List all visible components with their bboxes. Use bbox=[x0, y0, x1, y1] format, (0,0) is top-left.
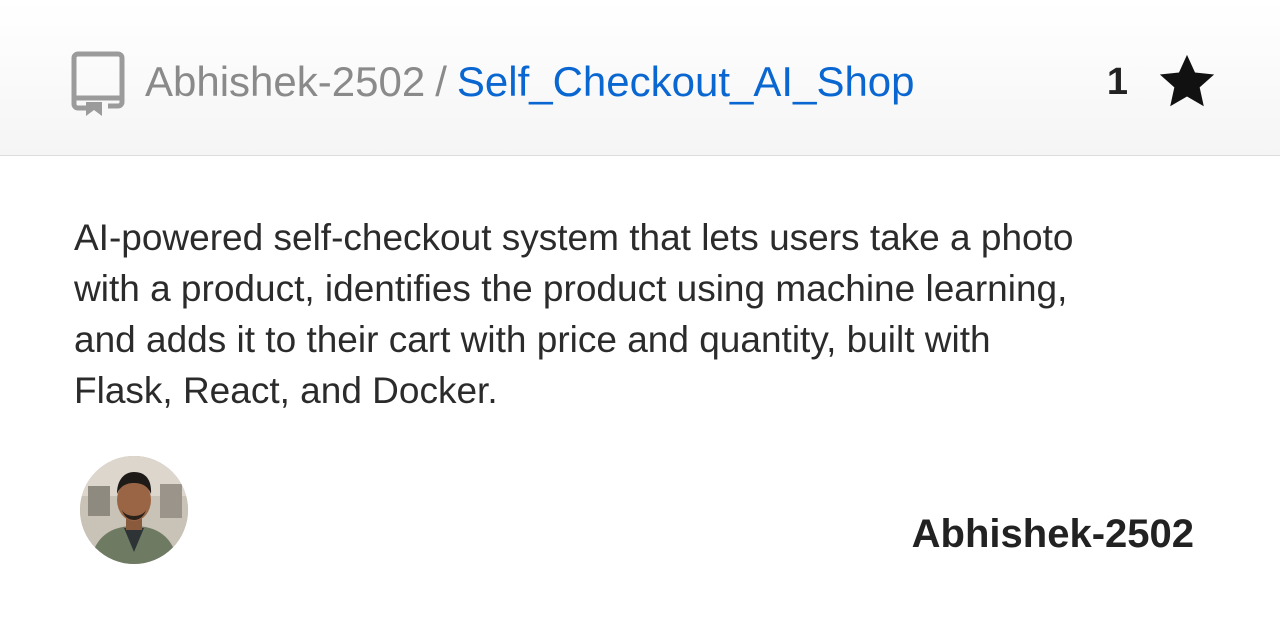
card-header: Abhishek-2502/Self_Checkout_AI_Shop 1 bbox=[0, 0, 1280, 156]
author-name[interactable]: Abhishek-2502 bbox=[912, 512, 1194, 557]
avatar-image bbox=[80, 456, 188, 564]
avatar[interactable] bbox=[80, 456, 188, 564]
star-icon bbox=[1159, 54, 1215, 107]
path-separator: / bbox=[435, 58, 447, 105]
star-counter[interactable]: 1 bbox=[1107, 50, 1218, 114]
repo-book-icon bbox=[71, 51, 125, 116]
repo-path: Abhishek-2502/Self_Checkout_AI_Shop bbox=[145, 52, 915, 112]
star-count: 1 bbox=[1106, 60, 1128, 103]
repo-name-link[interactable]: Self_Checkout_AI_Shop bbox=[457, 58, 915, 105]
repo-social-card: Abhishek-2502/Self_Checkout_AI_Shop 1 AI… bbox=[0, 0, 1280, 640]
repo-owner[interactable]: Abhishek-2502 bbox=[145, 58, 425, 105]
repo-description: AI-powered self-checkout system that let… bbox=[74, 217, 1074, 411]
